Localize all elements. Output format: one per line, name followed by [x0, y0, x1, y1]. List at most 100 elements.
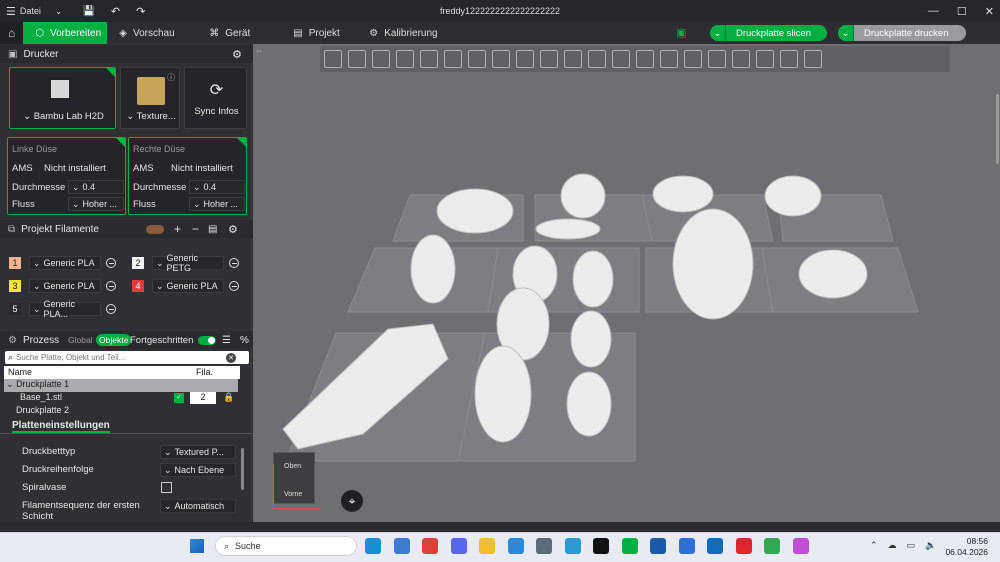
- chevron-up-icon[interactable]: ⌃: [870, 540, 878, 551]
- ams-badge-icon[interactable]: [146, 224, 164, 234]
- network-icon[interactable]: ▭: [907, 540, 916, 551]
- rotate-icon[interactable]: [468, 50, 486, 68]
- plate-settings-tab[interactable]: Platteneinstellungen: [0, 418, 252, 434]
- view-icon[interactable]: [804, 50, 822, 68]
- flow-select[interactable]: ⌄ Hoher ...: [189, 197, 245, 211]
- filament-color-swatch[interactable]: 4: [132, 280, 144, 292]
- arrange-icon[interactable]: [396, 50, 414, 68]
- file-menu-button[interactable]: ☰ Datei ⌄: [0, 0, 68, 22]
- 3d-viewport[interactable]: Oben Vorne ⌖: [253, 44, 1000, 522]
- edit-filament-icon[interactable]: ▤: [208, 224, 217, 235]
- cut-icon[interactable]: [540, 50, 558, 68]
- tab-project[interactable]: ▤ Projekt: [281, 22, 357, 44]
- close-icon[interactable]: ✕: [985, 5, 994, 18]
- edge-icon[interactable]: [365, 538, 381, 554]
- printer-card[interactable]: ⌄ Bambu Lab H2D: [9, 67, 116, 129]
- add-object-icon[interactable]: [324, 50, 342, 68]
- auto-orient-icon[interactable]: [372, 50, 390, 68]
- photos-app-icon[interactable]: [792, 538, 809, 554]
- tab-prepare[interactable]: ⬡ Vorbereiten: [23, 22, 108, 44]
- opera-icon[interactable]: [735, 538, 752, 554]
- chevron-down-icon[interactable]: ⌄: [838, 25, 854, 41]
- start-icon[interactable]: [190, 539, 204, 553]
- maximize-icon[interactable]: ☐: [957, 5, 967, 18]
- text-icon[interactable]: [636, 50, 654, 68]
- right-scrollbar[interactable]: [996, 94, 999, 164]
- setting-select[interactable]: ⌄ Nach Ebene: [160, 463, 236, 477]
- minimize-icon[interactable]: —: [928, 5, 939, 17]
- chrome-icon[interactable]: [764, 538, 780, 554]
- list-icon[interactable]: ☰: [222, 335, 231, 346]
- calculator-icon[interactable]: [536, 538, 552, 554]
- assembly-icon[interactable]: [708, 50, 726, 68]
- scale-icon[interactable]: [492, 50, 510, 68]
- filament-color-swatch[interactable]: 5: [9, 303, 21, 315]
- home-button[interactable]: ⌂: [0, 22, 24, 44]
- emboss-icon[interactable]: [660, 50, 678, 68]
- clear-icon[interactable]: ✕: [226, 352, 237, 363]
- variable-layer-icon[interactable]: [780, 50, 798, 68]
- filament-select[interactable]: ⌄ Generic PLA: [29, 279, 101, 293]
- support-paint-icon[interactable]: [564, 50, 582, 68]
- remove-filament-icon[interactable]: [106, 258, 116, 268]
- tab-preview[interactable]: ◈ Vorschau: [107, 22, 197, 44]
- tree-row-object[interactable]: Base_1.stl ✓ 2 🔒: [4, 392, 238, 405]
- notion-icon[interactable]: [593, 538, 609, 554]
- remove-filament-icon[interactable]: [229, 281, 239, 291]
- flow-select[interactable]: ⌄ Hoher ...: [68, 197, 124, 211]
- photos-icon[interactable]: [564, 538, 581, 554]
- outlook-icon[interactable]: [707, 538, 723, 554]
- setting-select[interactable]: ⌄ Textured P...: [160, 445, 236, 459]
- filament-color-swatch[interactable]: 1: [9, 257, 21, 269]
- add-plate-icon[interactable]: [348, 50, 366, 68]
- taskbar-search[interactable]: ⌕ Suche: [215, 536, 357, 556]
- notepad-icon[interactable]: [507, 538, 524, 554]
- tab-device[interactable]: ⌘ Gerät: [197, 22, 281, 44]
- redo-icon[interactable]: ↷: [136, 5, 145, 18]
- print-plate-button[interactable]: ⌄ Druckplatte drucken: [838, 25, 966, 41]
- seam-paint-icon[interactable]: [588, 50, 606, 68]
- visible-checkbox[interactable]: ✓: [174, 393, 184, 403]
- diameter-select[interactable]: ⌄ 0.4: [189, 180, 245, 194]
- multi-device-icon[interactable]: ▣: [676, 26, 686, 39]
- remove-icon[interactable]: −: [192, 222, 199, 236]
- tree-row-plate1[interactable]: ⌄ Druckplatte 1: [4, 379, 238, 392]
- viewcube-front[interactable]: Vorne: [284, 491, 302, 498]
- viewcube[interactable]: Oben Vorne: [273, 452, 315, 504]
- lock-icon[interactable]: 🔒: [223, 392, 234, 403]
- gear-icon[interactable]: ⚙: [228, 223, 238, 236]
- objects-toggle[interactable]: Objekte: [96, 334, 132, 346]
- color-paint-icon[interactable]: [612, 50, 630, 68]
- info-icon[interactable]: ⓘ: [167, 72, 175, 83]
- save-icon[interactable]: 💾: [82, 6, 94, 17]
- mesh-boolean-icon[interactable]: [732, 50, 750, 68]
- fit-view-button[interactable]: ⌖: [341, 490, 363, 512]
- split-icon[interactable]: [420, 50, 438, 68]
- filament-select[interactable]: ⌄ Generic PETG: [152, 253, 224, 273]
- advanced-switch[interactable]: [198, 335, 216, 345]
- setting-select[interactable]: ⌄ Automatisch: [160, 499, 236, 513]
- filament-color-swatch[interactable]: 2: [132, 257, 144, 269]
- object-search-box[interactable]: ⌕ ✕: [5, 351, 249, 364]
- copilot-icon[interactable]: [393, 538, 410, 554]
- cloud-icon[interactable]: ☁: [888, 540, 897, 551]
- add-icon[interactable]: +: [174, 222, 181, 236]
- viewcube-top[interactable]: Oben: [284, 463, 301, 470]
- bambu-studio-icon[interactable]: [621, 538, 638, 554]
- explorer-icon[interactable]: [479, 538, 495, 554]
- gear-icon[interactable]: ⚙: [232, 48, 242, 61]
- paint-icon[interactable]: [678, 538, 695, 554]
- spiral-vase-checkbox[interactable]: [161, 482, 172, 493]
- fila-field[interactable]: 2: [190, 392, 216, 404]
- remove-filament-icon[interactable]: [106, 281, 116, 291]
- undo-icon[interactable]: ↶: [111, 5, 120, 18]
- collapse-sidebar-icon[interactable]: ⇔: [255, 46, 263, 55]
- chevron-down-icon[interactable]: ⌄: [710, 25, 726, 41]
- volume-icon[interactable]: 🔈: [925, 540, 936, 551]
- remove-filament-icon[interactable]: [106, 304, 116, 314]
- chrome-canary-icon[interactable]: [422, 538, 438, 554]
- store-icon[interactable]: [650, 538, 666, 554]
- filament-select[interactable]: ⌄ Generic PLA: [29, 256, 101, 270]
- tree-row-plate2[interactable]: Druckplatte 2: [4, 405, 238, 418]
- tab-calibration[interactable]: ⚙ Kalibrierung: [357, 22, 449, 44]
